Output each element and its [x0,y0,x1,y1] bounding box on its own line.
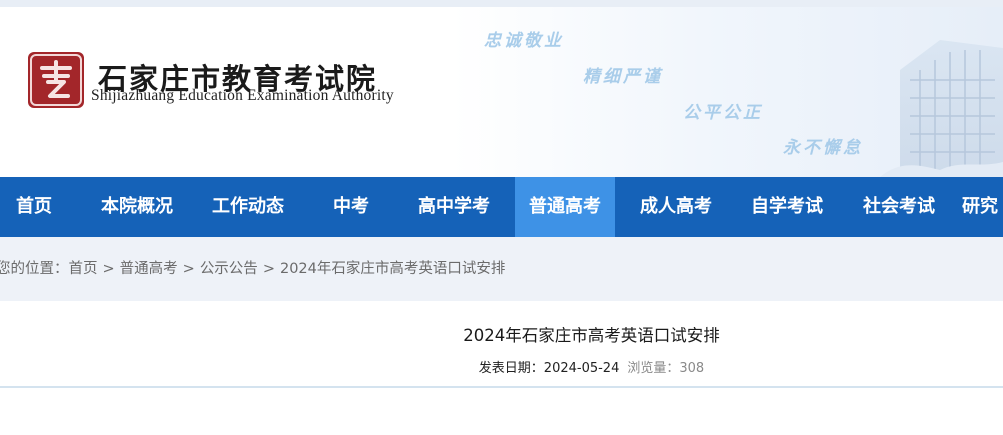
main-nav: 首页 本院概况 工作动态 中考 高中学考 普通高考 成人高考 自学考试 社会考试… [0,177,1003,237]
date-label: 发表日期： [478,361,544,376]
breadcrumb-bar: 您的位置：首页 > 普通高考 > 公示公告 >2024年石家庄市高考英语口试安排 [0,237,1003,301]
article-title: 2024年石家庄市高考英语口试安排 [463,326,720,345]
breadcrumb-separator: > [262,261,275,277]
nav-item-social-exam[interactable]: 社会考试 [844,177,954,237]
views-label: 浏览量： [627,361,680,376]
slogan-3: 公平公正 [683,103,763,123]
slogan-1: 忠诚敬业 [484,31,564,51]
nav-item-xuekao[interactable]: 高中学考 [400,177,508,237]
nav-item-adult-exam[interactable]: 成人高考 [622,177,730,237]
site-header: 石家庄市教育考试院 Shijiazhuang Education Examina… [0,0,1003,177]
breadcrumb-prefix: 您的位置： [0,261,69,277]
breadcrumb-current: 2024年石家庄市高考英语口试安排 [279,261,506,277]
slogan-2: 精细严谨 [583,67,663,87]
breadcrumb: 您的位置：首页 > 普通高考 > 公示公告 >2024年石家庄市高考英语口试安排 [0,237,505,301]
breadcrumb-separator: > [102,261,115,277]
views-group: 浏览量：308 [627,361,704,376]
title-divider [0,386,1003,388]
breadcrumb-separator: > [182,261,195,277]
nav-item-about[interactable]: 本院概况 [83,177,191,237]
slogan-4: 永不懈怠 [783,138,863,158]
nav-item-home[interactable]: 首页 [0,177,68,237]
nav-item-gaokao[interactable]: 普通高考 [515,177,615,237]
logo-seal-icon[interactable] [28,52,84,108]
publish-date: 2024-05-24 [543,361,620,376]
breadcrumb-home[interactable]: 首页 [69,261,98,277]
nav-item-research[interactable]: 研究 [962,177,1003,237]
nav-item-self-study[interactable]: 自学考试 [733,177,841,237]
site-name-en: Shijiazhuang Education Examination Autho… [91,87,394,104]
top-strip [0,0,1003,7]
article-meta: 发表日期：2024-05-24 浏览量：308 [0,357,1003,376]
nav-item-news[interactable]: 工作动态 [194,177,302,237]
view-count: 308 [679,361,705,376]
breadcrumb-notices[interactable]: 公示公告 [200,261,258,277]
building-illustration [880,40,1003,177]
breadcrumb-gaokao[interactable]: 普通高考 [120,261,178,277]
nav-item-zhongkao[interactable]: 中考 [305,177,397,237]
